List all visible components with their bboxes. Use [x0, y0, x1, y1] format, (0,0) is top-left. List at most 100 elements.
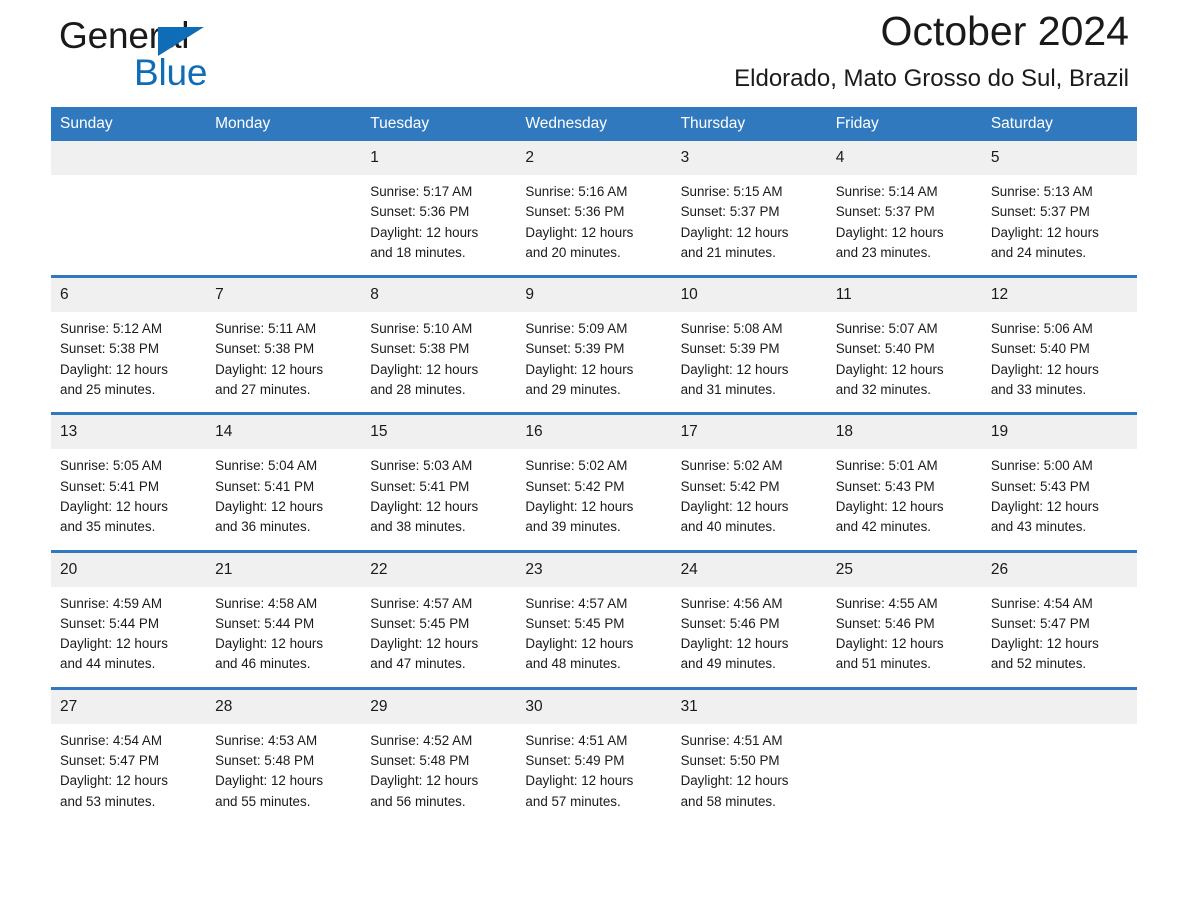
- day-number: 26: [981, 552, 1137, 587]
- daylight-text-line2: and 18 minutes.: [370, 244, 466, 260]
- daylight-text-line1: Daylight: 12 hours: [215, 773, 324, 789]
- day-cell[interactable]: 13 Sunrise: 5:05 AM Sunset: 5:41 PM Dayl…: [51, 412, 207, 552]
- day-cell[interactable]: 6 Sunrise: 5:12 AM Sunset: 5:38 PM Dayli…: [51, 275, 207, 414]
- day-cell[interactable]: 28 Sunrise: 4:53 AM Sunset: 5:48 PM Dayl…: [206, 686, 362, 824]
- sunrise-text: Sunrise: 5:03 AM: [370, 458, 473, 474]
- day-cell[interactable]: 4 Sunrise: 5:14 AM Sunset: 5:37 PM Dayli…: [826, 141, 982, 277]
- day-details: Sunrise: 4:57 AM Sunset: 5:45 PM Dayligh…: [516, 587, 671, 687]
- daylight-text-line2: and 23 minutes.: [835, 244, 931, 260]
- sunset-text: Sunset: 5:47 PM: [990, 615, 1090, 631]
- daylight-text-line2: and 57 minutes.: [525, 793, 621, 809]
- day-details: Sunrise: 5:07 AM Sunset: 5:40 PM Dayligh…: [827, 312, 982, 412]
- day-cell[interactable]: 18 Sunrise: 5:01 AM Sunset: 5:43 PM Dayl…: [826, 412, 982, 552]
- sunset-text: Sunset: 5:42 PM: [525, 478, 625, 494]
- day-number: 24: [671, 552, 827, 587]
- day-number: 16: [516, 415, 672, 450]
- day-cell[interactable]: 17 Sunrise: 5:02 AM Sunset: 5:42 PM Dayl…: [671, 412, 827, 552]
- day-cell[interactable]: 14 Sunrise: 5:04 AM Sunset: 5:41 PM Dayl…: [206, 412, 362, 552]
- day-cell[interactable]: 3 Sunrise: 5:15 AM Sunset: 5:37 PM Dayli…: [671, 141, 827, 277]
- day-details: [206, 175, 361, 263]
- day-details: Sunrise: 5:04 AM Sunset: 5:41 PM Dayligh…: [206, 449, 361, 549]
- calendar-page: General Blue October 2024 Eldorado, Mato…: [0, 0, 1188, 918]
- day-details: Sunrise: 4:58 AM Sunset: 5:44 PM Dayligh…: [206, 587, 361, 687]
- daylight-text-line2: and 27 minutes.: [215, 382, 311, 398]
- weekday-header-row: Sunday Monday Tuesday Wednesday Thursday…: [51, 107, 1137, 141]
- day-cell[interactable]: 31 Sunrise: 4:51 AM Sunset: 5:50 PM Dayl…: [671, 686, 827, 824]
- sunset-text: Sunset: 5:45 PM: [370, 615, 470, 631]
- day-cell[interactable]: 27 Sunrise: 4:54 AM Sunset: 5:47 PM Dayl…: [51, 686, 207, 824]
- day-cell[interactable]: [206, 141, 362, 277]
- sunrise-text: Sunrise: 4:54 AM: [990, 595, 1093, 611]
- day-details: Sunrise: 4:57 AM Sunset: 5:45 PM Dayligh…: [361, 587, 516, 687]
- day-cell[interactable]: 21 Sunrise: 4:58 AM Sunset: 5:44 PM Dayl…: [206, 549, 362, 689]
- day-cell[interactable]: 23 Sunrise: 4:57 AM Sunset: 5:45 PM Dayl…: [516, 549, 672, 689]
- sunset-text: Sunset: 5:40 PM: [835, 341, 935, 357]
- sunset-text: Sunset: 5:37 PM: [680, 204, 780, 220]
- sunrise-text: Sunrise: 4:55 AM: [835, 595, 938, 611]
- daylight-text-line2: and 56 minutes.: [370, 793, 466, 809]
- day-details: Sunrise: 4:55 AM Sunset: 5:46 PM Dayligh…: [827, 587, 982, 687]
- sunset-text: Sunset: 5:48 PM: [370, 753, 470, 769]
- day-details: Sunrise: 5:09 AM Sunset: 5:39 PM Dayligh…: [516, 312, 671, 412]
- daylight-text-line2: and 32 minutes.: [835, 382, 931, 398]
- daylight-text-line1: Daylight: 12 hours: [370, 773, 479, 789]
- daylight-text-line2: and 20 minutes.: [525, 244, 621, 260]
- day-cell[interactable]: 22 Sunrise: 4:57 AM Sunset: 5:45 PM Dayl…: [361, 549, 517, 689]
- day-cell[interactable]: 12 Sunrise: 5:06 AM Sunset: 5:40 PM Dayl…: [981, 275, 1137, 414]
- daylight-text-line2: and 24 minutes.: [990, 244, 1087, 260]
- day-cell[interactable]: 20 Sunrise: 4:59 AM Sunset: 5:44 PM Dayl…: [51, 549, 207, 689]
- daylight-text-line1: Daylight: 12 hours: [60, 773, 168, 789]
- day-number: [51, 141, 207, 175]
- daylight-text-line1: Daylight: 12 hours: [835, 361, 944, 377]
- day-details: Sunrise: 4:52 AM Sunset: 5:48 PM Dayligh…: [361, 724, 516, 824]
- sunrise-text: Sunrise: 5:13 AM: [990, 184, 1093, 199]
- day-details: Sunrise: 5:01 AM Sunset: 5:43 PM Dayligh…: [827, 449, 982, 549]
- day-number: 2: [516, 141, 672, 175]
- day-cell[interactable]: 10 Sunrise: 5:08 AM Sunset: 5:39 PM Dayl…: [671, 275, 827, 414]
- day-cell[interactable]: 1 Sunrise: 5:17 AM Sunset: 5:36 PM Dayli…: [361, 141, 517, 277]
- day-number: 22: [361, 552, 517, 587]
- daylight-text-line2: and 43 minutes.: [990, 519, 1087, 535]
- page-header: General Blue October 2024 Eldorado, Mato…: [51, 0, 1137, 107]
- daylight-text-line1: Daylight: 12 hours: [60, 498, 168, 514]
- day-number: 17: [671, 415, 827, 450]
- day-cell[interactable]: 2 Sunrise: 5:16 AM Sunset: 5:36 PM Dayli…: [516, 141, 672, 277]
- day-cell[interactable]: 5 Sunrise: 5:13 AM Sunset: 5:37 PM Dayli…: [981, 141, 1137, 277]
- day-details: Sunrise: 4:56 AM Sunset: 5:46 PM Dayligh…: [672, 587, 827, 687]
- sunset-text: Sunset: 5:45 PM: [525, 615, 625, 631]
- daylight-text-line1: Daylight: 12 hours: [525, 636, 634, 652]
- day-cell[interactable]: [826, 686, 982, 824]
- sunset-text: Sunset: 5:43 PM: [990, 478, 1090, 494]
- day-cell[interactable]: 29 Sunrise: 4:52 AM Sunset: 5:48 PM Dayl…: [361, 686, 517, 824]
- daylight-text-line1: Daylight: 12 hours: [215, 361, 324, 377]
- sunset-text: Sunset: 5:46 PM: [680, 615, 780, 631]
- day-cell[interactable]: 15 Sunrise: 5:03 AM Sunset: 5:41 PM Dayl…: [361, 412, 517, 552]
- day-details: Sunrise: 5:03 AM Sunset: 5:41 PM Dayligh…: [361, 449, 516, 549]
- daylight-text-line1: Daylight: 12 hours: [60, 636, 168, 652]
- daylight-text-line1: Daylight: 12 hours: [525, 773, 634, 789]
- day-cell[interactable]: 11 Sunrise: 5:07 AM Sunset: 5:40 PM Dayl…: [826, 275, 982, 414]
- day-cell[interactable]: [981, 686, 1137, 824]
- day-cell[interactable]: 30 Sunrise: 4:51 AM Sunset: 5:49 PM Dayl…: [516, 686, 672, 824]
- day-cell[interactable]: 7 Sunrise: 5:11 AM Sunset: 5:38 PM Dayli…: [206, 275, 362, 414]
- daylight-text-line2: and 38 minutes.: [370, 519, 466, 535]
- day-cell[interactable]: 26 Sunrise: 4:54 AM Sunset: 5:47 PM Dayl…: [981, 549, 1137, 689]
- sunrise-text: Sunrise: 5:11 AM: [215, 321, 317, 337]
- day-details: Sunrise: 5:13 AM Sunset: 5:37 PM Dayligh…: [982, 175, 1137, 275]
- day-cell[interactable]: 25 Sunrise: 4:55 AM Sunset: 5:46 PM Dayl…: [826, 549, 982, 689]
- sunset-text: Sunset: 5:38 PM: [60, 341, 159, 357]
- weekday-header-sunday: Sunday: [51, 107, 207, 141]
- day-details: Sunrise: 4:59 AM Sunset: 5:44 PM Dayligh…: [51, 587, 206, 687]
- sunset-text: Sunset: 5:47 PM: [60, 753, 159, 769]
- daylight-text-line2: and 39 minutes.: [525, 519, 621, 535]
- day-cell[interactable]: 24 Sunrise: 4:56 AM Sunset: 5:46 PM Dayl…: [671, 549, 827, 689]
- sunrise-text: Sunrise: 5:16 AM: [525, 184, 628, 199]
- day-cell[interactable]: 16 Sunrise: 5:02 AM Sunset: 5:42 PM Dayl…: [516, 412, 672, 552]
- day-details: Sunrise: 5:02 AM Sunset: 5:42 PM Dayligh…: [516, 449, 671, 549]
- day-cell[interactable]: 19 Sunrise: 5:00 AM Sunset: 5:43 PM Dayl…: [981, 412, 1137, 552]
- day-number: 30: [516, 689, 672, 724]
- week-row: 27 Sunrise: 4:54 AM Sunset: 5:47 PM Dayl…: [51, 686, 1137, 824]
- day-cell[interactable]: 9 Sunrise: 5:09 AM Sunset: 5:39 PM Dayli…: [516, 275, 672, 414]
- day-cell[interactable]: [51, 141, 207, 277]
- day-cell[interactable]: 8 Sunrise: 5:10 AM Sunset: 5:38 PM Dayli…: [361, 275, 517, 414]
